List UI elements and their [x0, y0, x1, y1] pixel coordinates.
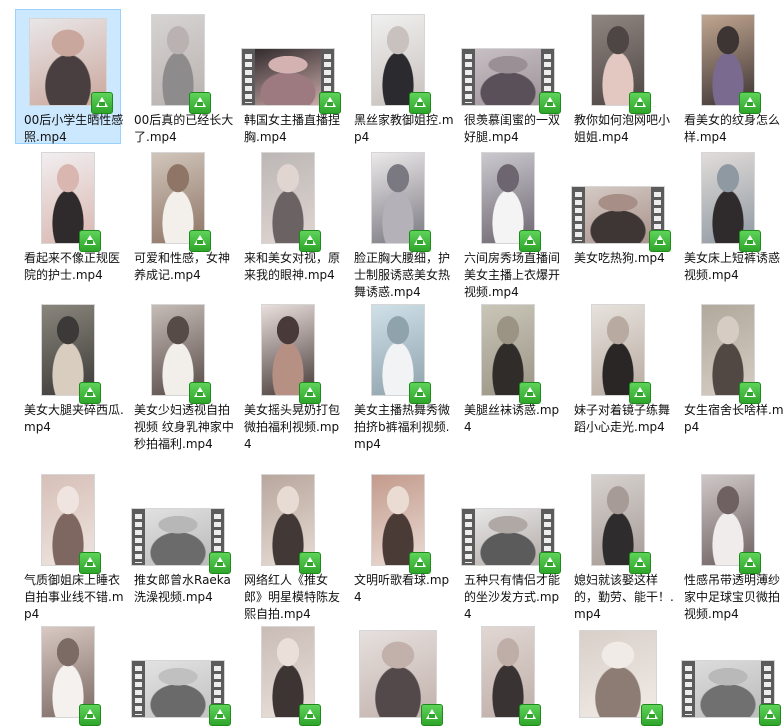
film-strip — [462, 49, 475, 105]
video-file-icon — [759, 704, 781, 726]
video-file-icon — [739, 382, 761, 404]
film-strip — [462, 509, 475, 565]
video-file-icon — [409, 230, 431, 252]
video-file-icon — [189, 230, 211, 252]
video-file-icon — [189, 382, 211, 404]
video-file-icon — [79, 704, 101, 726]
file-name: 美女少妇透视自拍视频 纹身乳神家中秒拍福利.mp4 — [134, 403, 234, 451]
file-name: 推女郎曾水Raeka洗澡视频.mp4 — [134, 573, 231, 604]
video-file-icon — [79, 230, 101, 252]
video-file-icon — [539, 552, 561, 574]
file-name: 六间房秀场直播间 美女主播上衣爆开视频.mp4 — [464, 251, 561, 299]
film-strip — [572, 187, 585, 243]
film-strip — [132, 661, 145, 717]
video-file-icon — [629, 382, 651, 404]
video-file-icon — [519, 704, 541, 726]
file-name: 美女床上短裤诱惑视频.mp4 — [684, 251, 781, 282]
video-file-icon — [649, 230, 671, 252]
video-file-icon — [739, 92, 761, 114]
video-file-icon — [79, 552, 101, 574]
video-file-icon — [319, 92, 341, 114]
file-name: 00后真的已经长大了.mp4 — [134, 113, 234, 144]
video-file-icon — [299, 552, 321, 574]
file-name: 性感吊带透明薄纱家中足球宝贝微拍视频.mp4 — [684, 573, 781, 621]
file-name: 美女主播热舞秀微拍挤b裤福利视频.mp4 — [354, 403, 451, 451]
file-name: 很羡慕闺蜜的一双好腿.mp4 — [464, 113, 561, 144]
file-name: 美女大腿夹碎西瓜.mp4 — [24, 403, 124, 434]
video-file-icon — [421, 704, 443, 726]
file-name: 黑丝家教御姐控.mp4 — [354, 113, 454, 144]
file-name: 文明听歌看球.mp4 — [354, 573, 450, 604]
file-name: 媳妇就该娶这样的，勤劳、能干！.mp4 — [574, 573, 674, 621]
video-file-icon — [629, 92, 651, 114]
file-name: 气质御姐床上睡衣自拍事业线不错.mp4 — [24, 573, 124, 621]
video-file-icon — [519, 230, 541, 252]
video-file-icon — [519, 382, 541, 404]
file-name: 教你如何泡网吧小姐姐.mp4 — [574, 113, 671, 144]
file-name: 00后小学生晒性感照.mp4 — [24, 113, 124, 144]
film-strip — [242, 49, 255, 105]
video-file-icon — [79, 382, 101, 404]
video-file-icon — [739, 552, 761, 574]
file-name: 网络红人《推女郎》明星模特陈友熙自拍.mp4 — [244, 573, 341, 621]
file-grid: 00后小学生晒性感照.mp4 00后真的已经长大了.mp4 韩国女主播直播捏胸.mp… — [0, 0, 784, 726]
video-file-icon — [539, 92, 561, 114]
file-name: 来和美女对视，原来我的眼神.mp4 — [244, 251, 341, 282]
video-file-icon — [641, 704, 663, 726]
video-file-icon — [209, 704, 231, 726]
file-name: 韩国女主播直播捏胸.mp4 — [244, 113, 341, 144]
video-file-icon — [91, 92, 113, 114]
file-name: 美女吃热狗.mp4 — [574, 251, 665, 265]
file-name: 看起来不像正规医院的护士.mp4 — [24, 251, 121, 282]
file-name: 妹子对着镜子练舞蹈小心走光.mp4 — [574, 403, 671, 434]
video-file-icon — [409, 92, 431, 114]
video-file-icon — [299, 382, 321, 404]
file-name: 美女摇头晃奶打包微拍福利视频.mp4 — [244, 403, 341, 451]
film-strip — [682, 661, 695, 717]
file-name: 脸正胸大腰细，护士制服诱惑美女热舞诱惑.mp4 — [354, 251, 451, 299]
file-name: 女生宿舍长啥样.mp4 — [684, 403, 784, 434]
file-name: 可爱和性感，女神养成记.mp4 — [134, 251, 231, 282]
file-name: 美腿丝袜诱惑.mp4 — [464, 403, 560, 434]
video-file-icon — [629, 552, 651, 574]
video-file-icon — [409, 382, 431, 404]
video-file-icon — [409, 552, 431, 574]
video-file-icon — [299, 704, 321, 726]
video-file-icon — [299, 230, 321, 252]
file-name: 看美女的纹身怎么样.mp4 — [684, 113, 781, 144]
film-strip — [132, 509, 145, 565]
file-name: 五种只有情侣才能的坐沙发方式.mp4 — [464, 573, 561, 621]
video-file-icon — [189, 92, 211, 114]
video-file-icon — [739, 230, 761, 252]
video-file-icon — [209, 552, 231, 574]
